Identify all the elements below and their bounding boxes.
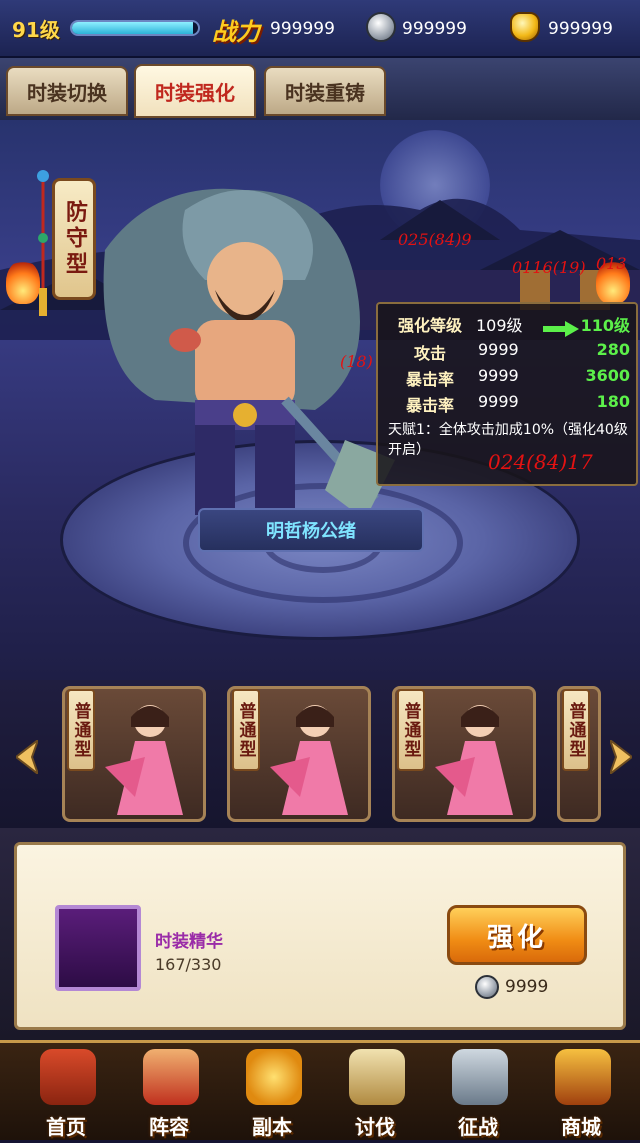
- tab-recast[interactable]: 时装重铸: [264, 66, 386, 116]
- costume-type-badge: 普通型: [562, 689, 590, 771]
- silver-coin-icon: [366, 12, 396, 42]
- stat-label: 攻击: [413, 344, 446, 363]
- nav-label: 征战: [458, 1115, 498, 1139]
- enhance-button[interactable]: 强化: [447, 905, 587, 965]
- lineup-icon: [143, 1049, 199, 1105]
- home-icon: [40, 1049, 96, 1105]
- chevron-left-icon[interactable]: [16, 740, 38, 774]
- costume-portrait: [105, 705, 183, 815]
- level-label: 强化等级: [397, 316, 462, 335]
- material-name: 时装精华: [155, 932, 223, 952]
- costume-portrait: [270, 705, 348, 815]
- costume-card[interactable]: 普通型: [392, 686, 536, 822]
- stat-row: 暴击率 9999 3600: [378, 366, 640, 392]
- arrow-right-icon: [543, 321, 579, 337]
- stat-row-level: 强化等级 109级 110级: [378, 312, 640, 338]
- bottom-nav-bar: 首页 阵容 副本 讨伐 征战 商城: [0, 1040, 640, 1140]
- nav-lineup[interactable]: 阵容: [119, 1043, 219, 1143]
- nav-shop[interactable]: 商城: [531, 1043, 631, 1143]
- campaign-icon: [452, 1049, 508, 1105]
- power-value: 999999: [270, 19, 335, 39]
- material-count: 167/330: [155, 955, 222, 974]
- stat-next: 180: [596, 392, 630, 411]
- silver-value: 999999: [402, 19, 467, 39]
- tab-enhance[interactable]: 时装强化: [134, 64, 256, 118]
- hero-character-figure[interactable]: [95, 170, 395, 530]
- material-item-slot[interactable]: [55, 905, 141, 991]
- stat-row: 暴击率 9999 180: [378, 392, 640, 418]
- torch-fire-left: [6, 260, 40, 304]
- costume-card[interactable]: 普通型: [557, 686, 601, 822]
- character-name-plate: 明哲杨公绪: [198, 508, 424, 552]
- stat-value: 9999: [478, 392, 519, 411]
- nav-label: 首页: [46, 1115, 86, 1139]
- gold-ingot-icon: [510, 12, 540, 42]
- shop-icon: [555, 1049, 611, 1105]
- stat-next: 280: [596, 340, 630, 359]
- level-current: 109级: [476, 316, 523, 335]
- costume-type-badge: 普通型: [67, 689, 95, 771]
- crusade-icon: [349, 1049, 405, 1105]
- costume-type-badge: 普通型: [232, 689, 260, 771]
- nav-label: 讨伐: [355, 1115, 395, 1139]
- level-next: 110级: [580, 316, 630, 335]
- tab-bar: 时装切换 时装强化 时装重铸: [0, 58, 640, 120]
- stat-label: 暴击率: [405, 396, 454, 415]
- costume-carousel: 普通型 普通型 普通型 普通型: [0, 680, 640, 828]
- nav-home[interactable]: 首页: [16, 1043, 116, 1143]
- stat-next: 3600: [585, 366, 630, 385]
- stat-row: 攻击 9999 280: [378, 340, 640, 366]
- nav-campaign[interactable]: 征战: [428, 1043, 528, 1143]
- tassel-charm-icon: [37, 170, 49, 316]
- power-label: 战力: [212, 18, 260, 46]
- annotation-4: (18): [340, 352, 373, 371]
- silver-coin-icon: [475, 975, 499, 999]
- costume-portrait: [435, 705, 513, 815]
- annotation-2: 0116(19): [512, 258, 586, 277]
- top-status-bar: 91级 战力 999999 999999 999999: [0, 0, 640, 58]
- enhance-stats-panel: 强化等级 109级 110级 攻击 9999 280 暴击率 9999 3600…: [376, 302, 638, 486]
- annotation-5: 024(84)17: [488, 450, 593, 474]
- nav-crusade[interactable]: 讨伐: [325, 1043, 425, 1143]
- costume-type-badge: 普通型: [397, 689, 425, 771]
- enhance-material-panel: 时装精华 167/330 强化 9999: [14, 842, 626, 1030]
- gold-value: 999999: [548, 19, 613, 39]
- player-level: 91级: [12, 18, 60, 42]
- nav-label: 副本: [252, 1115, 292, 1139]
- annotation-3: 013: [596, 254, 627, 273]
- costume-card[interactable]: 普通型: [62, 686, 206, 822]
- annotation-1: 025(84)9: [398, 230, 472, 249]
- stat-value: 9999: [478, 340, 519, 359]
- tab-switch[interactable]: 时装切换: [6, 66, 128, 116]
- nav-label: 阵容: [149, 1115, 189, 1139]
- exp-bar: [70, 20, 200, 36]
- costume-card[interactable]: 普通型: [227, 686, 371, 822]
- chevron-right-icon[interactable]: [610, 740, 632, 774]
- type-badge: 防守型: [52, 178, 96, 300]
- nav-dungeon[interactable]: 副本: [222, 1043, 322, 1143]
- stat-label: 暴击率: [405, 370, 454, 389]
- enhance-cost: 9999: [505, 977, 549, 997]
- nav-label: 商城: [561, 1115, 601, 1139]
- dungeon-icon: [246, 1049, 302, 1105]
- exp-bar-fill: [72, 22, 193, 34]
- stat-value: 9999: [478, 366, 519, 385]
